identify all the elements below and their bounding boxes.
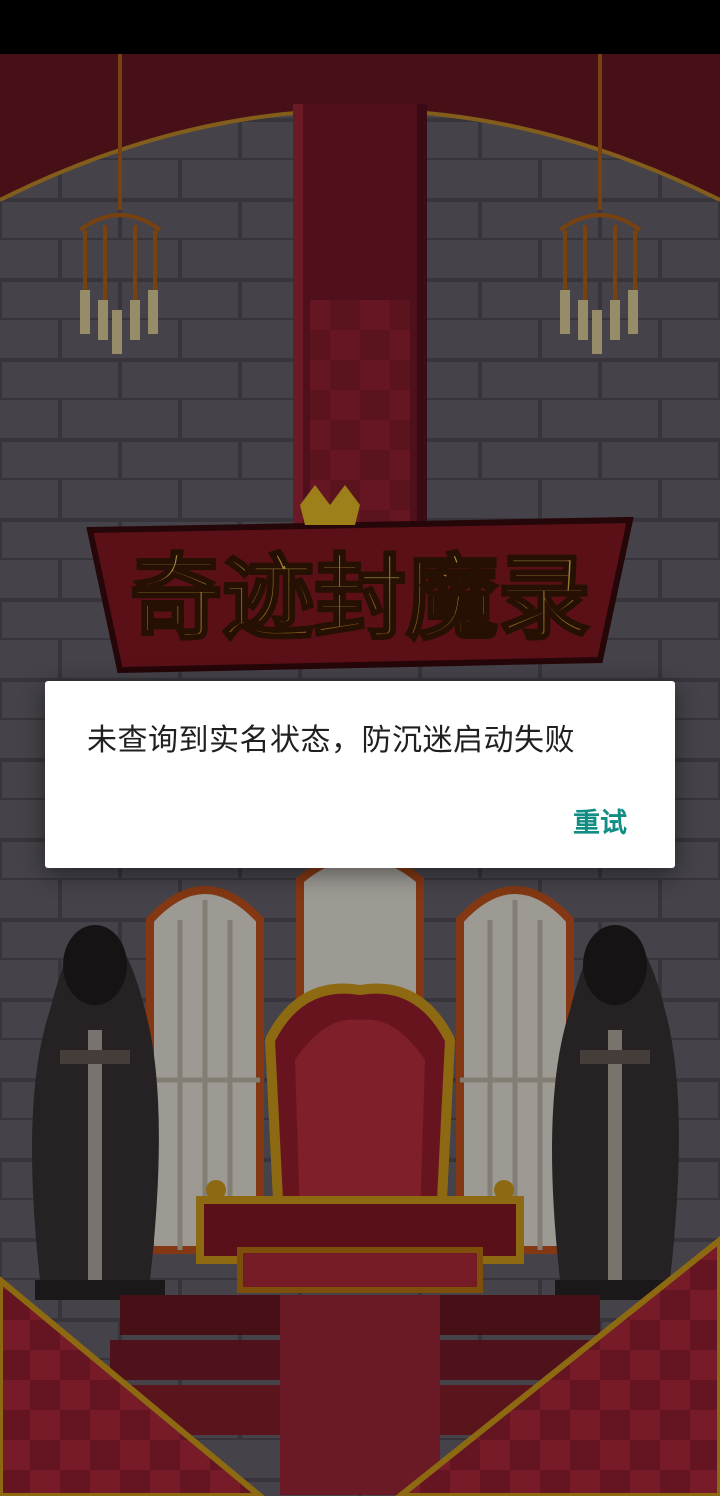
status-bar bbox=[0, 0, 720, 54]
dialog-message: 未查询到实名状态，防沉迷启动失败 bbox=[87, 723, 575, 758]
anti-addiction-dialog: 未查询到实名状态，防沉迷启动失败 重试 bbox=[45, 681, 675, 868]
retry-button[interactable]: 重试 bbox=[573, 797, 627, 844]
game-launch-screen: 奇迹封魔录 未查询到实名状态，防沉迷启动失败 重试 bbox=[0, 0, 720, 1496]
